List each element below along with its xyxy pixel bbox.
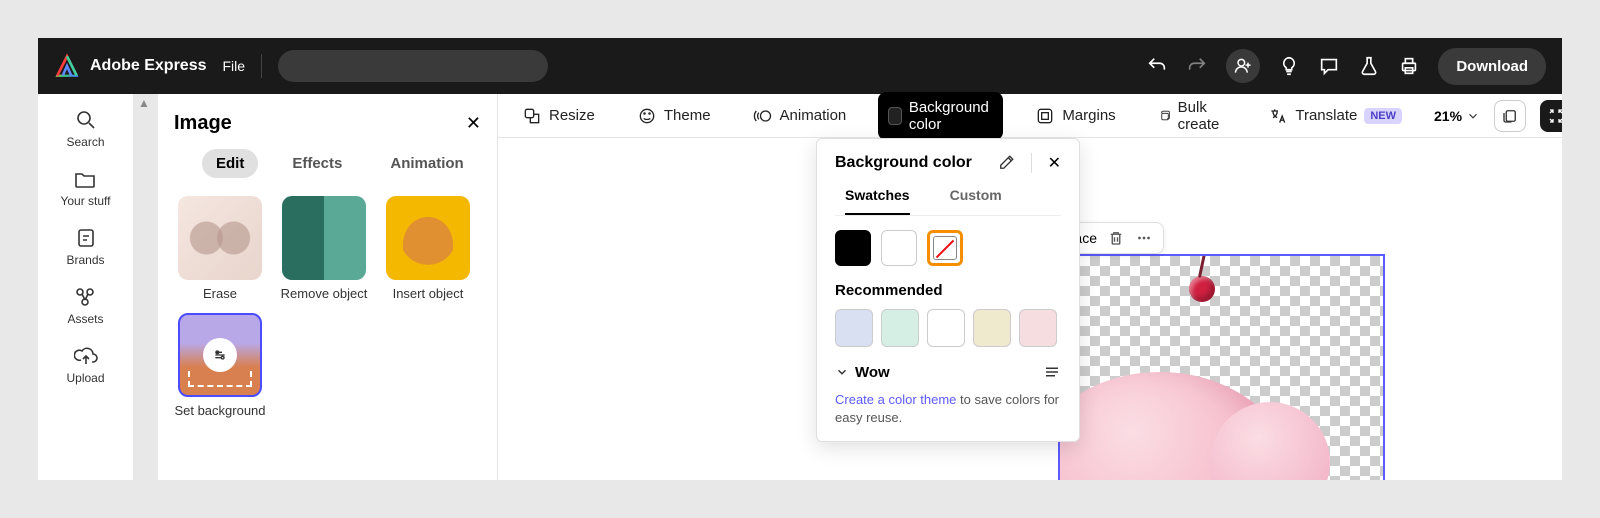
rail-label: Assets — [67, 312, 103, 326]
recommended-swatch[interactable] — [973, 309, 1011, 347]
header-divider — [261, 54, 262, 78]
recommended-title: Recommended — [835, 282, 1061, 299]
bulk-create-button[interactable]: Bulk create — [1148, 92, 1237, 140]
brand-text: Adobe Express — [90, 57, 206, 75]
cherry-graphic — [1189, 276, 1215, 302]
translate-button[interactable]: TranslateNEW — [1258, 99, 1412, 133]
left-rail: Search Your stuff Brands Assets Upload — [38, 94, 134, 480]
rail-brands[interactable]: Brands — [66, 226, 104, 267]
more-icon[interactable] — [1135, 229, 1153, 247]
delete-icon[interactable] — [1107, 229, 1125, 247]
close-icon[interactable]: ✕ — [466, 113, 481, 134]
rail-label: Brands — [66, 253, 104, 267]
eyedropper-icon[interactable] — [997, 154, 1015, 172]
artboard[interactable] — [1058, 254, 1385, 480]
adobe-logo-icon — [54, 53, 80, 79]
file-menu[interactable]: File — [222, 58, 245, 74]
redo-icon[interactable] — [1186, 55, 1208, 77]
thumb-set-background[interactable] — [178, 313, 262, 397]
rail-upload[interactable]: Upload — [66, 344, 104, 385]
expand-button[interactable] — [1540, 100, 1562, 132]
recommended-swatch[interactable] — [835, 309, 873, 347]
comment-icon[interactable] — [1318, 55, 1340, 77]
tab-animation[interactable]: Animation — [376, 149, 477, 178]
background-color-popover: Background color ✕ Swatches Custom Recom… — [816, 138, 1080, 442]
rail-collapse-icon[interactable]: ▲ — [138, 96, 150, 110]
close-icon[interactable]: ✕ — [1048, 153, 1061, 173]
rail-search[interactable]: Search — [66, 108, 104, 149]
swatch-white[interactable] — [881, 230, 917, 266]
thumb-label: Insert object — [393, 286, 464, 301]
tab-effects[interactable]: Effects — [278, 149, 356, 178]
thumb-label: Remove object — [281, 286, 368, 301]
rail-gutter — [134, 94, 158, 480]
thumb-label: Erase — [203, 286, 237, 301]
margins-button[interactable]: Margins — [1025, 99, 1125, 133]
header-search[interactable] — [278, 50, 548, 82]
create-theme-link[interactable]: Create a color theme — [835, 392, 956, 407]
thumb-remove-object[interactable] — [282, 196, 366, 280]
image-panel: Image ✕ Edit Effects Animation Erase Rem… — [158, 94, 498, 480]
rail-assets[interactable]: Assets — [67, 285, 103, 326]
rail-label: Search — [66, 135, 104, 149]
pages-view-button[interactable] — [1494, 100, 1526, 132]
resize-button[interactable]: Resize — [512, 99, 605, 133]
recommended-swatch[interactable] — [881, 309, 919, 347]
rail-label: Upload — [66, 371, 104, 385]
icecream-graphic — [1058, 372, 1300, 480]
tab-edit[interactable]: Edit — [202, 149, 258, 178]
swatch-none[interactable] — [927, 230, 963, 266]
rail-your-stuff[interactable]: Your stuff — [60, 167, 110, 208]
panel-title: Image — [174, 112, 232, 135]
animation-button[interactable]: Animation — [743, 99, 857, 133]
undo-icon[interactable] — [1146, 55, 1168, 77]
thumb-label: Set background — [174, 403, 265, 418]
lightbulb-icon[interactable] — [1278, 55, 1300, 77]
rail-label: Your stuff — [60, 194, 110, 208]
popover-title: Background color — [835, 154, 972, 172]
tab-custom[interactable]: Custom — [950, 187, 1002, 215]
recommended-swatch[interactable] — [1019, 309, 1057, 347]
zoom-control[interactable]: 21% — [1434, 108, 1480, 124]
thumb-erase[interactable] — [178, 196, 262, 280]
invite-button[interactable] — [1226, 49, 1260, 83]
adjust-icon[interactable] — [1043, 363, 1061, 381]
recommended-row — [835, 309, 1061, 347]
theme-help-text: Create a color theme to save colors for … — [835, 391, 1061, 427]
theme-button[interactable]: Theme — [627, 99, 721, 133]
bg-swatch-icon — [888, 107, 902, 125]
app-header: Adobe Express File Download — [38, 38, 1562, 94]
tab-swatches[interactable]: Swatches — [845, 187, 910, 215]
print-icon[interactable] — [1398, 55, 1420, 77]
beaker-icon[interactable] — [1358, 55, 1380, 77]
download-button[interactable]: Download — [1438, 48, 1546, 85]
new-badge: NEW — [1364, 108, 1402, 124]
top-toolbar: Resize Theme Animation Background color … — [498, 94, 1562, 138]
wow-section-toggle[interactable]: Wow — [835, 364, 890, 381]
swatch-black[interactable] — [835, 230, 871, 266]
thumb-insert-object[interactable] — [386, 196, 470, 280]
recommended-swatch[interactable] — [927, 309, 965, 347]
background-color-button[interactable]: Background color — [878, 92, 1003, 140]
